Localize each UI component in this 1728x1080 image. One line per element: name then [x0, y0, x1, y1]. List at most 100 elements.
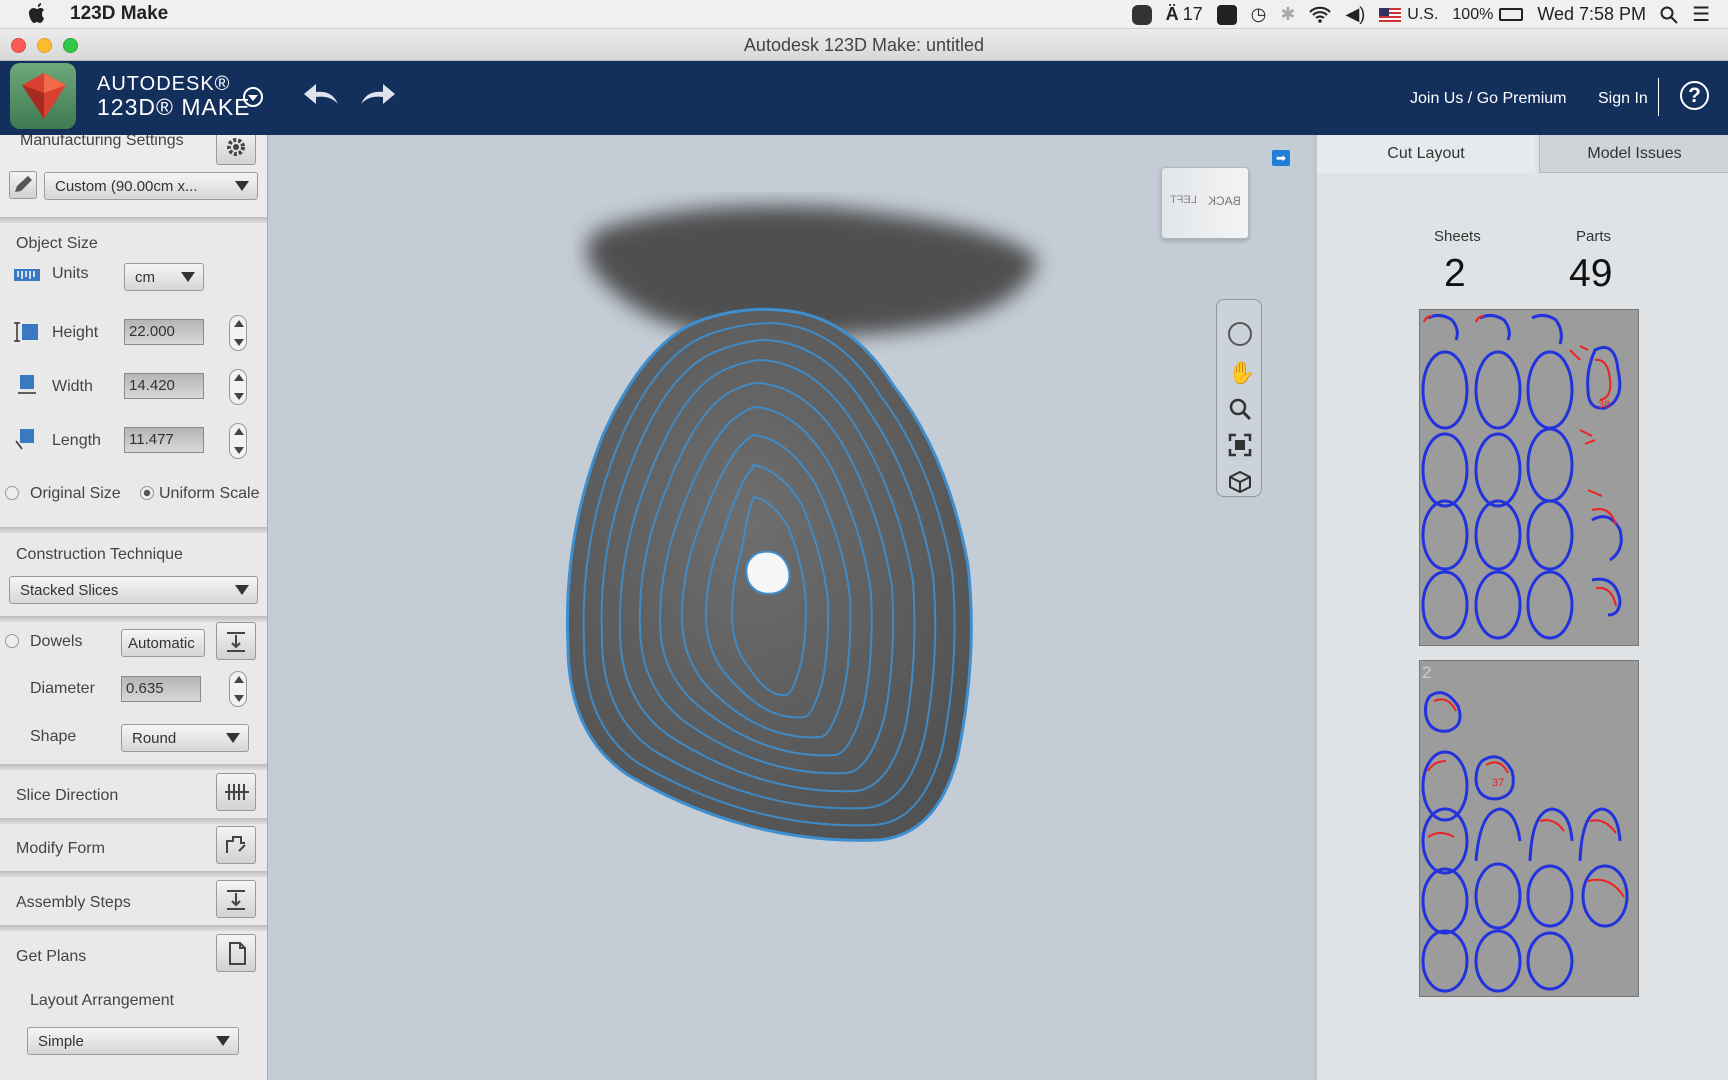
units-dropdown[interactable]: cm	[124, 263, 204, 291]
divider	[0, 871, 267, 877]
modify-form-title[interactable]: Modify Form	[16, 840, 105, 858]
height-input[interactable]: 22.000	[124, 319, 204, 345]
tab-cut-layout[interactable]: Cut Layout	[1317, 135, 1535, 173]
parts-count: 49	[1569, 252, 1613, 295]
model-hole	[745, 550, 791, 595]
get-plans-button[interactable]	[216, 934, 256, 972]
assembly-steps-title[interactable]: Assembly Steps	[16, 894, 131, 912]
window-title: Autodesk 123D Make: untitled	[743, 35, 985, 55]
battery-percent: 100%	[1452, 5, 1494, 23]
expand-panel-button[interactable]: ➡	[1272, 150, 1290, 166]
dowels-mode-button[interactable]: Automatic	[121, 629, 205, 657]
flag-icon	[1379, 7, 1402, 22]
adobe-icon[interactable]: Ä	[1166, 4, 1179, 25]
cut-sheet-1[interactable]: 38	[1419, 309, 1639, 646]
mac-menubar: 123D Make Ä 17 ◷ ✱ ◀) U.S. 100% Wed 7:58…	[0, 0, 1728, 29]
check-icon[interactable]	[1216, 4, 1237, 25]
right-cut-layout-panel: Cut Layout Model Issues Sheets 2 Parts 4…	[1313, 135, 1728, 1080]
height-icon	[14, 322, 38, 342]
width-label: Width	[52, 378, 93, 395]
home-view-icon[interactable]	[1228, 470, 1252, 494]
manufacturing-preset-dropdown[interactable]: Custom (90.00cm x...	[44, 172, 258, 200]
original-size-radio[interactable]	[5, 486, 19, 500]
divider	[0, 925, 267, 931]
layout-arrangement-value: Simple	[38, 1032, 84, 1050]
shape-dropdown[interactable]: Round	[121, 724, 249, 752]
model-render[interactable]	[268, 135, 1313, 1080]
units-label: Units	[52, 265, 89, 282]
view-cube-back-face[interactable]: BACK	[1208, 194, 1241, 208]
length-icon	[15, 429, 34, 450]
sheet-1-parts: 38	[1421, 313, 1623, 640]
diameter-input[interactable]: 0.635	[121, 676, 201, 702]
help-button[interactable]: ?	[1680, 81, 1709, 110]
slice-direction-button[interactable]	[216, 773, 256, 811]
get-plans-title[interactable]: Get Plans	[16, 948, 86, 966]
assembly-steps-button[interactable]	[216, 880, 256, 918]
edit-preset-button[interactable]	[9, 171, 37, 199]
spotlight-icon[interactable]	[1660, 6, 1678, 24]
window-titlebar: Autodesk 123D Make: untitled	[0, 29, 1728, 61]
input-source[interactable]: U.S.	[1407, 6, 1438, 24]
divider	[0, 818, 267, 824]
slice-direction-title[interactable]: Slice Direction	[16, 787, 118, 805]
manufacturing-settings-button[interactable]	[216, 135, 256, 165]
fit-view-icon[interactable]	[1228, 433, 1252, 457]
view-cube-left-face[interactable]: LEFT	[1170, 194, 1197, 206]
divider	[0, 527, 267, 533]
construction-dropdown[interactable]: Stacked Slices	[9, 576, 258, 604]
bluetooth-icon[interactable]: ✱	[1280, 4, 1295, 25]
apple-icon[interactable]	[28, 3, 48, 25]
diameter-stepper[interactable]	[229, 671, 247, 707]
menubar-clock[interactable]: Wed 7:58 PM	[1537, 4, 1646, 25]
length-input[interactable]: 11.477	[124, 427, 204, 453]
shape-value: Round	[132, 729, 177, 747]
pan-hand-icon[interactable]: ✋	[1228, 360, 1255, 386]
view-cube[interactable]: LEFT BACK	[1161, 167, 1249, 239]
orbit-icon[interactable]	[1228, 322, 1252, 346]
width-icon	[18, 375, 36, 394]
sheet-2-parts: 37	[1421, 691, 1629, 993]
app-menu-dropdown-icon[interactable]	[242, 86, 264, 108]
tab-model-issues-label: Model Issues	[1587, 144, 1682, 162]
width-stepper[interactable]	[229, 369, 247, 405]
cut-sheet-2[interactable]: 2 37	[1419, 660, 1639, 997]
construction-value: Stacked Slices	[20, 581, 119, 599]
tab-model-issues[interactable]: Model Issues	[1539, 135, 1728, 173]
length-label: Length	[52, 432, 101, 449]
dowels-place-button[interactable]	[216, 622, 256, 660]
insert-icon	[227, 632, 245, 652]
modify-form-icon	[226, 836, 246, 853]
parts-label: Parts	[1576, 228, 1612, 245]
divider	[0, 217, 267, 223]
battery-icon[interactable]	[1499, 8, 1524, 21]
brand-line1: AUTODESK®	[97, 73, 231, 95]
brand-wordmark: AUTODESK® 123D® MAKE	[97, 73, 251, 121]
time-machine-icon[interactable]: ◷	[1251, 4, 1267, 25]
layout-arrangement-dropdown[interactable]: Simple	[27, 1027, 239, 1055]
left-settings-panel: Manufacturing Settings Custom (90.00cm x…	[0, 135, 268, 1080]
header-divider	[1658, 78, 1659, 116]
notification-center-icon[interactable]: ☰	[1692, 2, 1710, 27]
evernote-icon[interactable]	[1131, 4, 1152, 25]
volume-icon[interactable]: ◀)	[1345, 4, 1365, 25]
modify-form-button[interactable]	[216, 826, 256, 864]
preset-value: Custom (90.00cm x...	[55, 177, 198, 195]
shape-label: Shape	[30, 728, 77, 745]
divider	[0, 764, 267, 770]
zoom-icon[interactable]	[1228, 397, 1252, 421]
help-icon: ?	[1688, 84, 1701, 107]
wifi-icon[interactable]	[1309, 6, 1332, 24]
uniform-scale-radio[interactable]	[140, 486, 154, 500]
width-input[interactable]: 14.420	[124, 373, 204, 399]
sign-in-link[interactable]: Sign In	[1598, 90, 1648, 108]
undo-icon[interactable]	[302, 80, 342, 108]
join-premium-link[interactable]: Join Us / Go Premium	[1410, 90, 1566, 108]
dowels-checkbox[interactable]	[5, 634, 19, 648]
3d-viewport[interactable]: LEFT BACK ➡ ✋	[268, 135, 1313, 1080]
redo-icon[interactable]	[357, 80, 397, 108]
height-stepper[interactable]	[229, 315, 247, 351]
app-logo-icon[interactable]	[10, 63, 76, 129]
length-stepper[interactable]	[229, 423, 247, 459]
menubar-app-name[interactable]: 123D Make	[70, 3, 168, 25]
